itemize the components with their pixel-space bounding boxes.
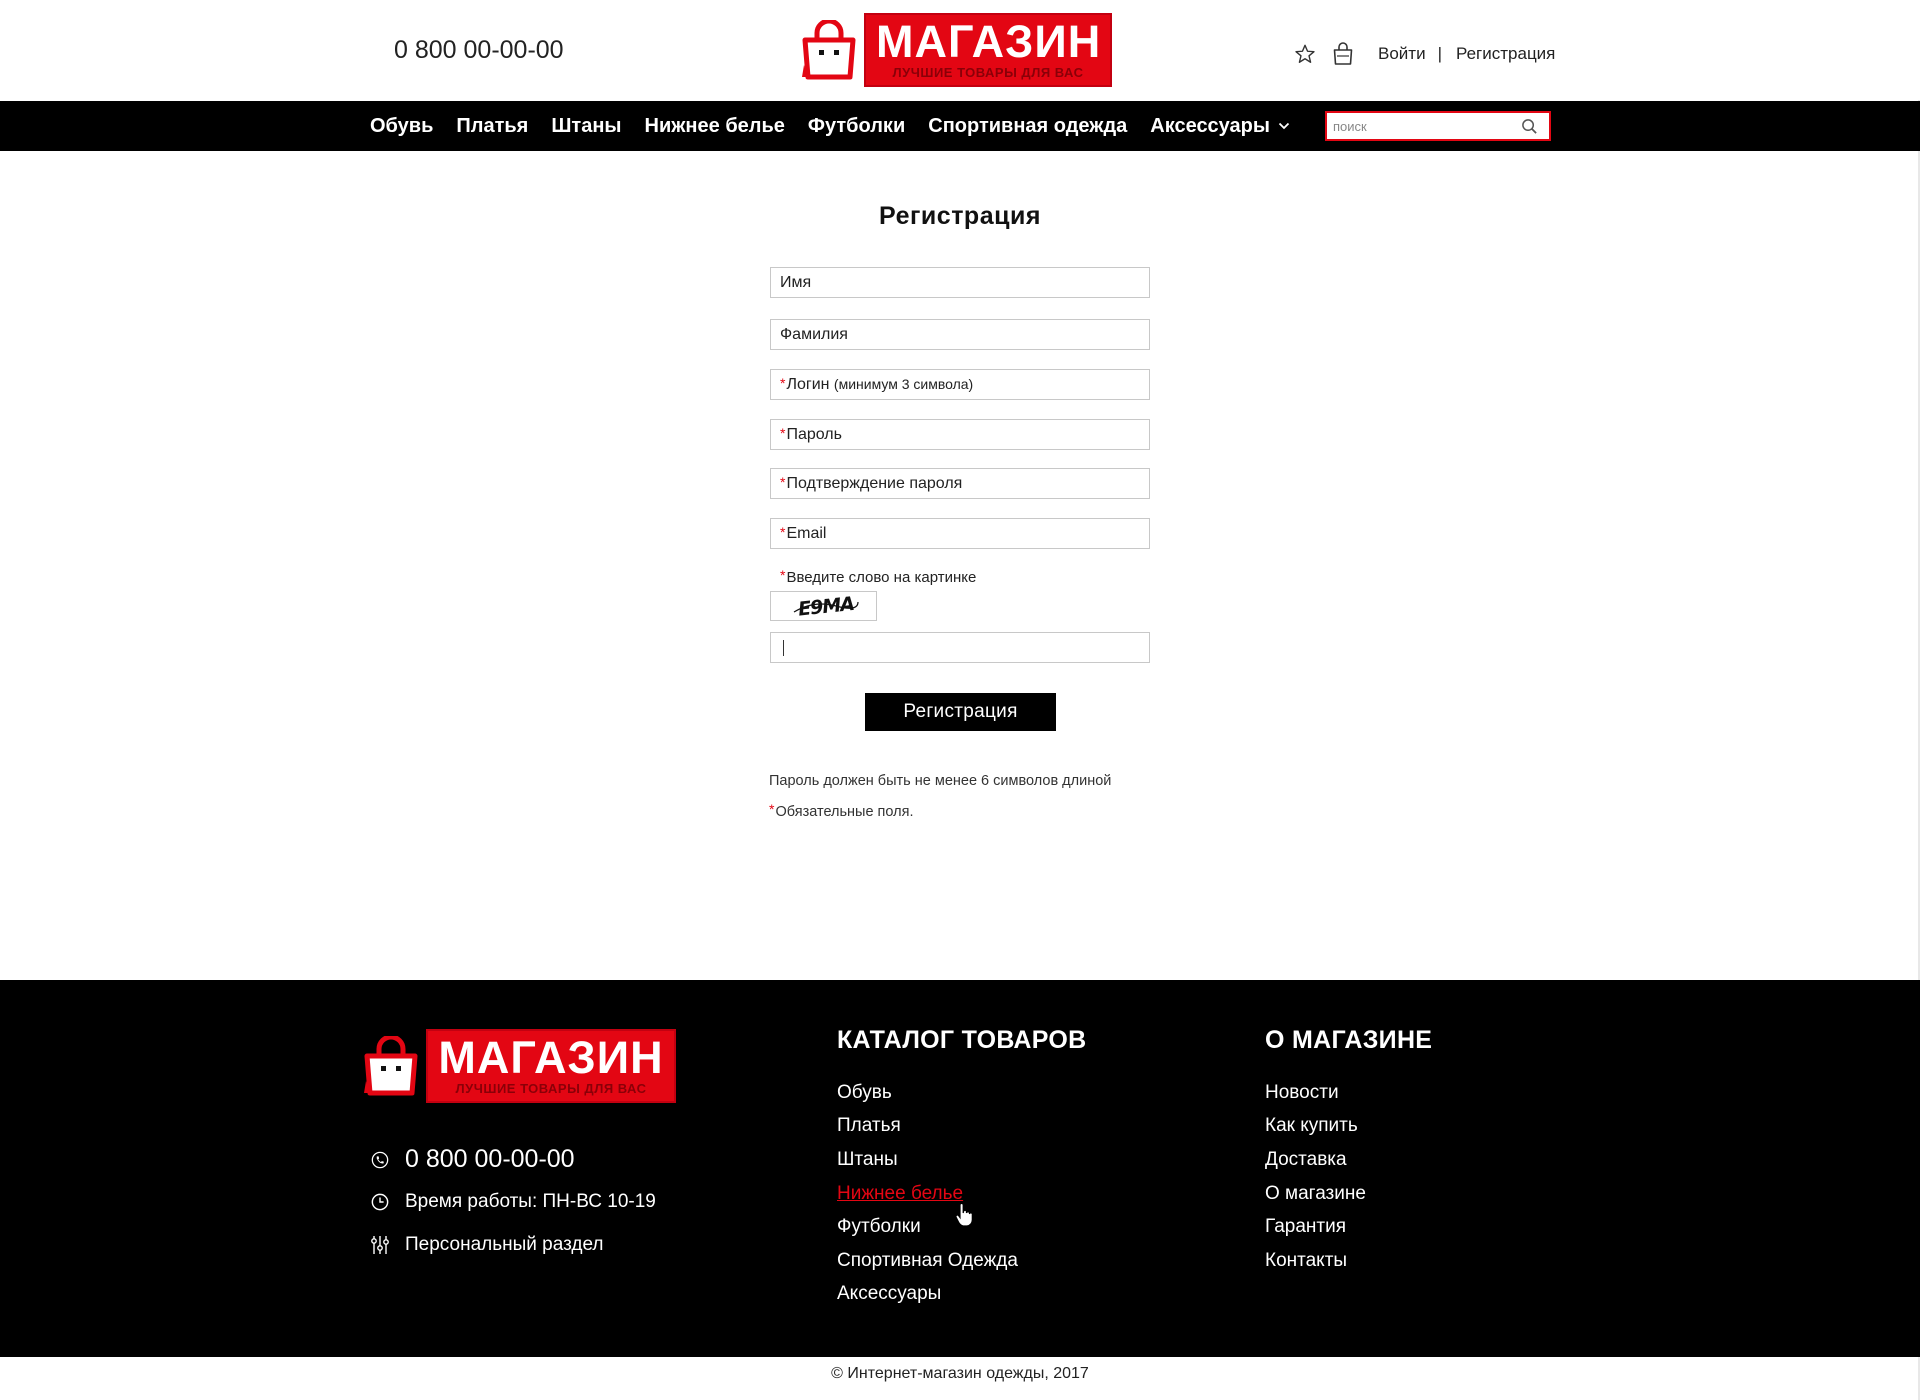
nav-list: Обувь Платья Штаны Нижнее белье Футболки… bbox=[370, 101, 1313, 151]
phone-icon bbox=[370, 1150, 390, 1170]
required-note: *Обязательные поля. bbox=[769, 801, 914, 820]
login-hint: (минимум 3 символа) bbox=[833, 375, 974, 392]
required-mark: * bbox=[780, 567, 786, 583]
footer-personal-text: Персональный раздел bbox=[405, 1234, 604, 1255]
login-link[interactable]: Войти bbox=[1378, 44, 1426, 64]
logo-box: МАГАЗИН ЛУЧШИЕ ТОВАРЫ ДЛЯ ВАС bbox=[426, 1029, 676, 1103]
nav-item-dresses[interactable]: Платья bbox=[456, 115, 528, 138]
copyright: © Интернет-магазин одежды, 2017 bbox=[831, 1365, 1089, 1382]
nav-item-pants[interactable]: Штаны bbox=[551, 115, 621, 138]
nav-item-underwear[interactable]: Нижнее белье bbox=[645, 115, 785, 138]
nav-item-shoes[interactable]: Обувь bbox=[370, 115, 433, 138]
password-field[interactable]: * Пароль bbox=[770, 419, 1150, 450]
logo-title: МАГАЗИН bbox=[876, 16, 1102, 67]
required-mark: * bbox=[780, 374, 786, 391]
captcha-label-text: Введите слово на картинке bbox=[786, 569, 977, 586]
chevron-down-icon bbox=[1278, 122, 1290, 130]
shopping-bag-icon[interactable] bbox=[1330, 41, 1356, 67]
register-link[interactable]: Регистрация bbox=[1456, 44, 1555, 64]
required-mark: * bbox=[780, 424, 786, 441]
nav-item-accessories-label: Аксессуары bbox=[1150, 114, 1270, 137]
shopping-bag-logo-icon bbox=[800, 18, 858, 80]
footer-hours-text: Время работы: ПН-ВС 10-19 bbox=[405, 1191, 656, 1212]
logo-title: МАГАЗИН bbox=[438, 1032, 664, 1083]
header-separator: | bbox=[1437, 44, 1442, 63]
search-input[interactable] bbox=[1327, 114, 1517, 138]
settings-sliders-icon bbox=[370, 1235, 390, 1255]
captcha-input[interactable] bbox=[770, 632, 1150, 663]
required-mark: * bbox=[769, 801, 775, 817]
main-nav: Обувь Платья Штаны Нижнее белье Футболки… bbox=[0, 101, 1920, 151]
site-logo[interactable]: МАГАЗИН ЛУЧШИЕ ТОВАРЫ ДЛЯ ВАС bbox=[800, 13, 1112, 87]
first-name-field[interactable]: Имя bbox=[770, 267, 1150, 298]
login-label: Логин bbox=[786, 375, 830, 393]
nav-item-accessories[interactable]: Аксессуары bbox=[1150, 115, 1290, 138]
first-name-placeholder: Имя bbox=[780, 273, 812, 291]
footer-logo[interactable]: МАГАЗИН ЛУЧШИЕ ТОВАРЫ ДЛЯ ВАС bbox=[362, 1029, 676, 1103]
last-name-placeholder: Фамилия bbox=[780, 325, 848, 343]
nav-item-sportswear[interactable]: Спортивная одежда bbox=[928, 115, 1127, 138]
last-name-field[interactable]: Фамилия bbox=[770, 319, 1150, 350]
footer-link-about[interactable]: О магазине bbox=[1265, 1183, 1366, 1205]
footer-link-dresses[interactable]: Платья bbox=[837, 1115, 901, 1137]
about-heading: О МАГАЗИНЕ bbox=[1265, 1026, 1433, 1054]
hand-pointer-cursor-icon bbox=[955, 1202, 973, 1232]
footer-link-news[interactable]: Новости bbox=[1265, 1082, 1339, 1104]
site-header: 0 800 00-00-00 МАГАЗИН ЛУЧШИЕ ТОВАРЫ ДЛЯ… bbox=[0, 0, 1920, 100]
header-phone: 0 800 00-00-00 bbox=[394, 36, 564, 64]
page-title: Регистрация bbox=[879, 202, 1041, 230]
password-confirm-field[interactable]: * Подтверждение пароля bbox=[770, 468, 1150, 499]
captcha-label: *Введите слово на картинке bbox=[780, 567, 977, 586]
footer-link-delivery[interactable]: Доставка bbox=[1265, 1149, 1347, 1171]
password-placeholder: Пароль bbox=[786, 425, 842, 443]
footer-link-contacts[interactable]: Контакты bbox=[1265, 1250, 1347, 1272]
footer-personal-link[interactable]: Персональный раздел bbox=[370, 1234, 603, 1256]
footer-link-how-to-buy[interactable]: Как купить bbox=[1265, 1115, 1358, 1137]
logo-box: МАГАЗИН ЛУЧШИЕ ТОВАРЫ ДЛЯ ВАС bbox=[864, 13, 1112, 87]
register-button[interactable]: Регистрация bbox=[865, 693, 1056, 731]
login-field[interactable]: * Логин (минимум 3 символа) bbox=[770, 369, 1150, 400]
footer-link-pants[interactable]: Штаны bbox=[837, 1149, 898, 1171]
footer-link-underwear[interactable]: Нижнее белье bbox=[837, 1183, 963, 1205]
clock-icon bbox=[370, 1192, 390, 1212]
header-user-actions: Войти | Регистрация bbox=[1292, 40, 1555, 68]
logo-subtitle: ЛУЧШИЕ ТОВАРЫ ДЛЯ ВАС bbox=[455, 1081, 647, 1096]
required-mark: * bbox=[780, 473, 786, 490]
star-icon[interactable] bbox=[1292, 41, 1318, 67]
password-note: Пароль должен быть не менее 6 символов д… bbox=[769, 773, 1112, 789]
nav-item-tshirts[interactable]: Футболки bbox=[808, 115, 905, 138]
search-icon[interactable] bbox=[1517, 114, 1541, 138]
footer-link-sportswear[interactable]: Спортивная Одежда bbox=[837, 1250, 1018, 1272]
search-box bbox=[1325, 111, 1551, 141]
email-field[interactable]: * Email bbox=[770, 518, 1150, 549]
footer-phone-text: 0 800 00-00-00 bbox=[405, 1145, 575, 1173]
required-note-text: Обязательные поля. bbox=[775, 804, 914, 820]
footer-link-shoes[interactable]: Обувь bbox=[837, 1082, 892, 1104]
shopping-bag-logo-icon bbox=[362, 1034, 420, 1096]
captcha-image: E9MA bbox=[770, 591, 877, 621]
required-mark: * bbox=[780, 523, 786, 540]
footer-link-tshirts[interactable]: Футболки bbox=[837, 1216, 921, 1238]
footer-link-accessories[interactable]: Аксессуары bbox=[837, 1283, 941, 1305]
footer-hours: Время работы: ПН-ВС 10-19 bbox=[370, 1191, 656, 1213]
password-confirm-placeholder: Подтверждение пароля bbox=[786, 474, 963, 492]
email-placeholder: Email bbox=[786, 524, 827, 542]
catalog-heading: КАТАЛОГ ТОВАРОВ bbox=[837, 1026, 1087, 1054]
text-cursor bbox=[783, 639, 784, 656]
logo-subtitle: ЛУЧШИЕ ТОВАРЫ ДЛЯ ВАС bbox=[892, 65, 1084, 80]
footer-phone: 0 800 00-00-00 bbox=[370, 1145, 575, 1174]
login-placeholder: Логин (минимум 3 символа) bbox=[786, 376, 973, 394]
footer-link-warranty[interactable]: Гарантия bbox=[1265, 1216, 1346, 1238]
